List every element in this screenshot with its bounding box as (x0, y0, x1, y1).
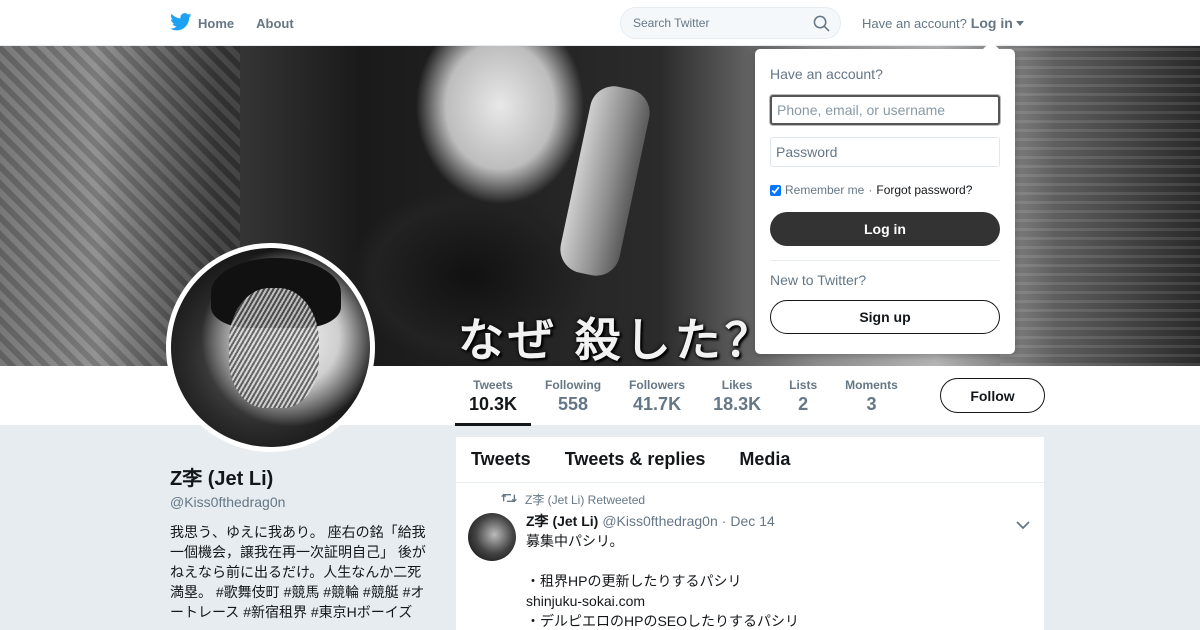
tweet-author-name[interactable]: Z李 (Jet Li) (526, 511, 598, 531)
tweet-text-line: ・デルピエロのHPのSEOしたりするパシリ (526, 613, 800, 629)
remember-separator: · (868, 183, 873, 197)
search-icon[interactable] (813, 15, 830, 37)
retweet-icon (501, 492, 517, 507)
tab-media[interactable]: Media (739, 449, 790, 470)
stat-label: Followers (629, 378, 686, 392)
profile-avatar[interactable] (166, 243, 375, 452)
avatar-image (171, 248, 370, 447)
caret-down-icon (1015, 20, 1024, 26)
profile-stats: Tweets 10.3K Following 558 Followers 41.… (455, 366, 912, 426)
profile-info: Z李 (Jet Li) @Kiss0fthedrag0n 我思う、ゆえに我あり。… (170, 462, 430, 622)
profile-bio: 我思う、ゆえに我あり。 座右の銘「給我一個機会，譲我在再一次証明自己」 後がねえ… (170, 524, 426, 620)
nav-about-label: About (256, 15, 294, 31)
stat-value: 2 (798, 394, 809, 414)
signup-button[interactable]: Sign up (770, 300, 1000, 334)
tweet[interactable]: Z李 (Jet Li) Retweeted Z李 (Jet Li) @Kiss0… (456, 483, 1044, 630)
stat-label: Moments (845, 378, 898, 392)
stat-moments[interactable]: Moments 3 (831, 366, 912, 426)
stat-likes[interactable]: Likes 18.3K (699, 366, 775, 426)
tweet-header: Z李 (Jet Li) @Kiss0fthedrag0n · Dec 14 (526, 511, 1029, 531)
have-account-text: Have an account? (862, 15, 967, 31)
profile-display-name[interactable]: Z李 (Jet Li) (170, 462, 430, 491)
tweet-author-handle[interactable]: @Kiss0fthedrag0n (602, 513, 717, 529)
nav-left: Home About (170, 0, 294, 46)
login-button[interactable]: Log in (770, 212, 1000, 246)
tweet-avatar[interactable] (468, 513, 516, 561)
banner-telephone-shape (555, 81, 655, 281)
remember-row: Remember me · Forgot password? (770, 183, 972, 197)
login-dropdown-title: Have an account? (770, 66, 883, 82)
chevron-down-icon[interactable] (1016, 517, 1030, 535)
tab-tweets-replies[interactable]: Tweets & replies (565, 449, 706, 470)
stat-following[interactable]: Following 558 (531, 366, 615, 426)
follow-button[interactable]: Follow (940, 378, 1045, 413)
tweet-date[interactable]: Dec 14 (730, 513, 774, 529)
tab-tweets[interactable]: Tweets (471, 449, 531, 470)
banner-caption: なぜ 殺した？ (458, 314, 775, 366)
stat-value: 41.7K (633, 394, 682, 414)
username-input[interactable] (770, 95, 1000, 125)
stat-label: Following (545, 378, 602, 392)
timeline-tabs: Tweets Tweets & replies Media (456, 437, 1044, 483)
stat-tweets[interactable]: Tweets 10.3K (455, 366, 532, 426)
tweet-separator: · (721, 513, 727, 529)
tweet-text-line: 募集中パシリ。 (526, 533, 624, 549)
stat-label: Likes (721, 378, 753, 392)
stat-value: 18.3K (713, 394, 762, 414)
nav-home[interactable]: Home (170, 12, 235, 34)
login-dropdown: Have an account? Remember me · Forgot pa… (755, 41, 1015, 354)
account-area: Have an account? Log in (862, 0, 1024, 46)
tweet-text: 募集中パシリ。 ・租界HPの更新したりするパシリ shinjuku-sokai.… (526, 531, 1029, 630)
stat-lists[interactable]: Lists 2 (775, 366, 831, 426)
tweet-text-line (526, 551, 1029, 571)
tweet-text-line: ・租界HPの更新したりするパシリ (526, 573, 742, 589)
stat-label: Tweets (473, 378, 513, 392)
banner-pattern-right (1000, 46, 1200, 366)
password-input[interactable] (770, 137, 1000, 167)
dropdown-divider (770, 260, 1000, 261)
timeline: Tweets Tweets & replies Media Z李 (Jet Li… (456, 437, 1044, 630)
remember-me-checkbox[interactable] (770, 184, 781, 196)
stat-followers[interactable]: Followers 41.7K (615, 366, 699, 426)
stat-value: 3 (866, 394, 877, 414)
new-to-twitter-text: New to Twitter? (770, 272, 867, 288)
login-link-label: Log in (970, 15, 1013, 31)
stat-label: Lists (789, 378, 818, 392)
remember-me-label[interactable]: Remember me (785, 183, 864, 197)
avatar-face-shape (229, 288, 319, 408)
search-box (620, 7, 841, 39)
search-input[interactable] (633, 16, 803, 30)
stat-value: 10.3K (469, 394, 518, 414)
forgot-password-link[interactable]: Forgot password? (876, 183, 972, 197)
retweet-context: Z李 (Jet Li) Retweeted (501, 491, 645, 508)
profile-handle[interactable]: @Kiss0fthedrag0n (170, 494, 430, 510)
nav-home-label: Home (198, 15, 235, 31)
retweet-context-text[interactable]: Z李 (Jet Li) Retweeted (525, 491, 645, 508)
top-navigation-bar: Home About Have an account? Log in (0, 0, 1200, 46)
login-dropdown-toggle[interactable]: Log in (971, 15, 1024, 31)
tweet-link[interactable]: shinjuku-sokai.com (526, 591, 1029, 611)
stat-value: 558 (558, 394, 589, 414)
twitter-bird-icon (170, 12, 192, 34)
nav-about[interactable]: About (256, 16, 294, 31)
